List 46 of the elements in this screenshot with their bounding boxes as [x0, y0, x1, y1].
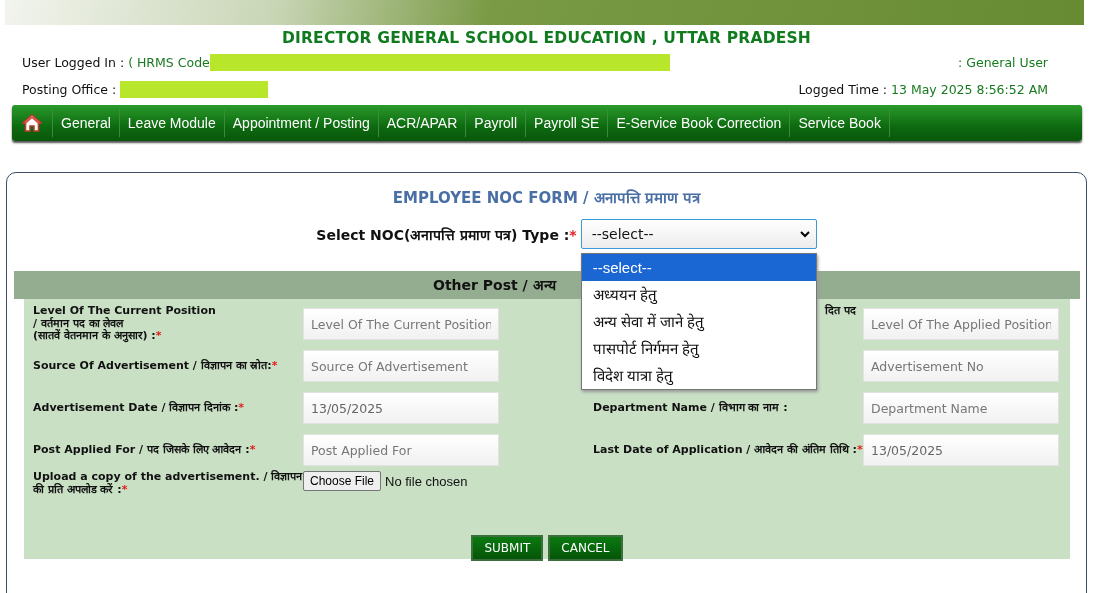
field-label: दित पद	[825, 304, 856, 317]
input-field[interactable]: Advertisement No	[863, 350, 1059, 382]
field-label: Select NOC(अनापत्ति प्रमाण पत्र) Type :*	[316, 225, 577, 244]
field-label: Last Date of Application / आवेदन की अंतिम तिथि :*	[593, 442, 863, 456]
caret-icon	[799, 230, 810, 238]
nav-item[interactable]: Payroll	[465, 109, 526, 137]
form-button[interactable]: SUBMIT	[471, 535, 544, 561]
field-label: Advertisement Date / विज्ञापन दिनांक :*	[33, 400, 245, 414]
field-label: Source Of Advertisement / विज्ञापन का स्रोत:*	[33, 358, 278, 372]
office-label: Posting Office :	[22, 82, 117, 97]
field-label: Department Name / विभाग का नाम :	[593, 400, 788, 414]
page-title: DIRECTOR GENERAL SCHOOL EDUCATION , UTTAR PRADESH	[280, 29, 813, 49]
input-field[interactable]: 13/05/2025	[863, 434, 1059, 466]
nav-item[interactable]: Service Book	[789, 109, 890, 137]
time-value: 13 May 2025 8:56:52 AM	[891, 82, 1048, 97]
nav-item[interactable]: E-Service Book Correction	[607, 109, 790, 137]
field-label: Upload a copy of the advertisement. / विज्ञापन की प्रति अपलोड करें :*	[33, 470, 303, 496]
nav-item[interactable]: ACR/APAR	[377, 109, 466, 137]
choose-file-button[interactable]: Choose File	[303, 471, 382, 491]
dropdown-option[interactable]: --select--	[581, 254, 816, 281]
input-field[interactable]: Department Name	[863, 392, 1059, 424]
dropdown-option[interactable]: पासपोर्ट निर्गमन हेतु	[581, 335, 816, 362]
nav-item[interactable]: Appointment / Posting	[223, 109, 378, 137]
user-value: ( HRMS Code	[128, 55, 210, 70]
form-button[interactable]: CANCEL	[548, 535, 623, 561]
nav-item[interactable]: Payroll SE	[525, 109, 608, 137]
noc-type-select[interactable]: --select--	[580, 219, 817, 249]
field-label: Level Of The Current Position / वर्तमान पद का लेवल (सातवें वेतनमान के अनुसार) :*	[33, 304, 216, 343]
home-icon[interactable]	[22, 114, 42, 132]
input-field[interactable]: Post Applied For	[303, 434, 499, 466]
time-label: Logged Time :	[798, 82, 887, 97]
input-field[interactable]: Source Of Advertisement	[303, 350, 499, 382]
user-label: User Logged In :	[22, 55, 125, 70]
form-title: EMPLOYEE NOC FORM / अनापत्ति प्रमाण पत्र	[391, 188, 702, 207]
input-field[interactable]: Level Of The Applied Position	[863, 308, 1059, 340]
nav-item[interactable]: Leave Module	[118, 109, 224, 137]
user-role: : General User	[958, 55, 1048, 70]
dropdown-option[interactable]: अन्य सेवा में जाने हेतु	[581, 308, 816, 335]
section-title: Other Post / अन्य	[433, 277, 556, 293]
input-field[interactable]: 13/05/2025	[303, 392, 499, 424]
dropdown-option[interactable]: विदेश यात्रा हेतु	[581, 362, 816, 389]
dropdown-option[interactable]: अध्ययन हेतु	[581, 281, 816, 308]
nav-item[interactable]: General	[52, 109, 119, 137]
input-field[interactable]: Level Of The Current Position	[303, 308, 499, 340]
file-status: No file chosen	[385, 473, 468, 489]
field-label: Post Applied For / पद जिसके लिए आवेदन :*	[33, 442, 256, 456]
